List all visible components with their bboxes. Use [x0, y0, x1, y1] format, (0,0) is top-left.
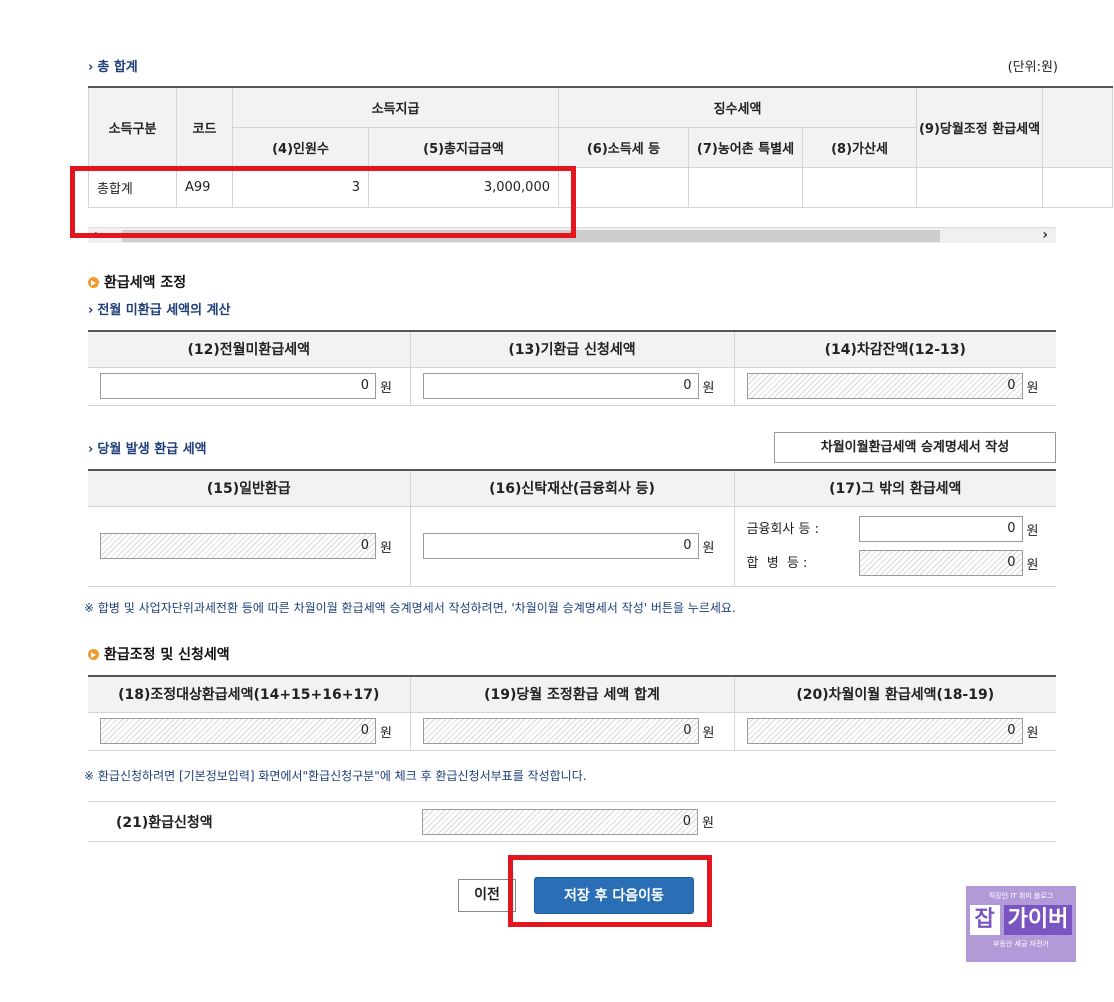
header-headcount: (4)인원수 — [232, 126, 369, 168]
header-income-tax: (6)소득세 등 — [558, 126, 689, 168]
total-table: 소득구분 코드 소득지급 징수세액 (9)당월조정 환급세액 (4)인원수 (5… — [88, 86, 1114, 208]
header-tax-withheld: 징수세액 — [557, 86, 918, 128]
cell-total-paid: 3,000,000 — [368, 166, 559, 208]
header-surcharge: (8)가산세 — [801, 126, 918, 168]
header-trust-refund: (16)신탁재산(금융회사 등) — [409, 469, 734, 507]
header-refund-adjust: (9)당월조정 환급세액 — [916, 86, 1044, 168]
prev-month-table: (12)전월미환급세액 (13)기환급 신청세액 (14)차감잔액(12-13)… — [88, 330, 1056, 406]
chevron-right-icon: › — [88, 442, 94, 457]
prev-unrefunded-input[interactable]: 0 — [100, 373, 376, 399]
header-code: 코드 — [176, 86, 233, 168]
merger-label: 합 병 등 : — [746, 555, 808, 571]
cell-refund-adjust — [916, 166, 1044, 208]
chevron-right-icon: › — [88, 60, 94, 75]
bullet-icon — [88, 277, 99, 288]
prev-requested-input[interactable]: 0 — [422, 373, 699, 399]
trust-refund-input[interactable]: 0 — [422, 533, 699, 559]
refund-request-table: (18)조정대상환급세액(14+15+16+17) (19)당월 조정환급 세액… — [88, 675, 1056, 751]
prev-button[interactable]: 이전 — [458, 879, 516, 912]
header-adjust-target: (18)조정대상환급세액(14+15+16+17) — [88, 675, 410, 713]
header-month-adjust-total: (19)당월 조정환급 세액 합계 — [409, 675, 734, 713]
header-rural-tax: (7)농어촌 특별세 — [688, 126, 803, 168]
cell-surcharge — [801, 166, 918, 208]
header-prev-unrefunded: (12)전월미환급세액 — [88, 330, 410, 368]
horizontal-scrollbar[interactable]: ‹ › — [88, 227, 1056, 243]
cell-rural-tax — [688, 166, 803, 208]
refund-request-heading: 환급조정 및 신청세액 — [88, 644, 230, 664]
header-income-payment: 소득지급 — [232, 86, 559, 128]
cell-code: A99 — [176, 166, 233, 208]
current-refund-table: (15)일반환급 (16)신탁재산(금융회사 등) (17)그 밖의 환급세액 … — [88, 469, 1056, 587]
refund-amount-field: 0 — [422, 808, 698, 835]
save-next-button[interactable]: 저장 후 다음이동 — [534, 877, 694, 914]
financial-refund-input[interactable]: 0 — [858, 516, 1023, 542]
header-total-paid: (5)총지급금액 — [368, 126, 559, 168]
scroll-right-icon[interactable]: › — [1042, 227, 1048, 243]
refund-request-note: ※ 환급신청하려면 [기본정보입력] 화면에서"환급신청구분"에 체크 후 환급… — [84, 769, 587, 783]
chevron-right-icon: › — [88, 303, 94, 318]
carryover-statement-button[interactable]: 차월이월환급세액 승계명세서 작성 — [774, 432, 1056, 463]
header-prev-requested: (13)기환급 신청세액 — [409, 330, 734, 368]
merger-refund-field: 0 — [858, 550, 1023, 576]
blog-logo: 직장인 IT 취미 블로그 잡 가이버 부동산 세금 자전거 — [966, 886, 1076, 962]
financial-label: 금융회사 등 : — [746, 521, 819, 537]
header-income-type: 소득구분 — [88, 86, 177, 168]
cell-overflow — [1042, 166, 1114, 208]
scroll-left-icon[interactable]: ‹ — [92, 227, 98, 243]
refund-adjust-heading: 환급세액 조정 — [88, 272, 186, 292]
bullet-icon — [88, 649, 99, 660]
header-general-refund: (15)일반환급 — [88, 469, 410, 507]
next-carryover-field: 0 — [746, 718, 1023, 744]
unit-label: (단위:원) — [1007, 60, 1058, 75]
refund-amount-table: (21)환급신청액 0원 — [88, 801, 1056, 842]
general-refund-field: 0 — [100, 533, 376, 559]
cell-headcount: 3 — [232, 166, 369, 208]
balance-field: 0 — [746, 373, 1023, 399]
prev-month-heading: › 전월 미환급 세액의 계산 — [88, 303, 231, 318]
table-row: 총합계 A99 3 3,000,000 — [88, 166, 1114, 208]
current-refund-heading: › 당월 발생 환급 세액 — [88, 442, 207, 457]
total-heading: › 총 합계 — [88, 60, 138, 75]
adjust-target-field: 0 — [100, 718, 376, 744]
header-overflow — [1042, 86, 1114, 168]
header-next-carryover: (20)차월이월 환급세액(18-19) — [733, 675, 1056, 713]
refund-amount-label: (21)환급신청액 — [88, 801, 410, 842]
cell-income-tax — [558, 166, 689, 208]
header-balance: (14)차감잔액(12-13) — [733, 330, 1056, 368]
month-adjust-total-field: 0 — [422, 718, 699, 744]
scrollbar-thumb[interactable] — [122, 230, 940, 242]
header-other-refund: (17)그 밖의 환급세액 — [733, 469, 1056, 507]
cell-income-type: 총합계 — [88, 166, 177, 208]
carryover-note: ※ 합병 및 사업자단위과세전환 등에 따른 차월이월 환급세액 승계명세서 작… — [84, 601, 736, 615]
